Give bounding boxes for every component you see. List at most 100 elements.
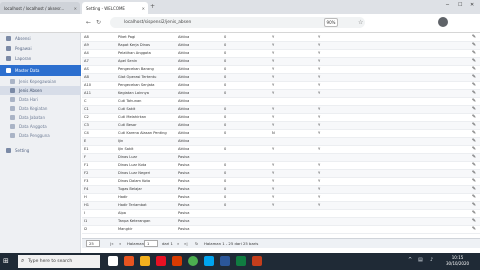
new-tab-button[interactable]: +: [150, 3, 155, 10]
back-icon[interactable]: ←: [86, 19, 91, 26]
table-row[interactable]: F1 Dinas Luar Kota Pasiva 0 Y Y ✎: [82, 161, 480, 170]
table-row[interactable]: AB Giat Operasi Tertentu Aktiva 0 Y Y ✎: [82, 73, 480, 82]
edit-icon[interactable]: ✎: [468, 97, 480, 106]
edit-icon[interactable]: ✎: [468, 129, 480, 138]
table-row[interactable]: C2 Cuti Melahirkan Aktiva 0 Y Y ✎: [82, 113, 480, 122]
windows-start-icon[interactable]: ⊞: [3, 257, 9, 265]
edit-icon[interactable]: ✎: [468, 57, 480, 66]
system-clock[interactable]: 10:15 30/10/2020: [446, 255, 469, 267]
edit-icon[interactable]: ✎: [468, 49, 480, 58]
edit-icon[interactable]: ✎: [468, 225, 480, 234]
sidebar-item-data-anggota[interactable]: Data Anggota: [0, 122, 81, 131]
edit-icon[interactable]: ✎: [468, 217, 480, 226]
star-icon[interactable]: ☆: [358, 19, 363, 26]
close-icon[interactable]: ✕: [142, 6, 145, 11]
sidebar-item-master-data[interactable]: Master Data: [0, 65, 81, 76]
edit-icon[interactable]: ✎: [468, 41, 480, 50]
table-row[interactable]: C1 Cuti Sakit Aktiva 0 Y Y ✎: [82, 105, 480, 114]
avatar[interactable]: [438, 17, 448, 27]
sidebar-item-data-jabatan[interactable]: Data Jabatan: [0, 113, 81, 122]
table-row[interactable]: F2 Dinas Luar Negeri Pasiva 0 Y Y ✎: [82, 169, 480, 178]
edit-icon[interactable]: ✎: [468, 185, 480, 194]
powerpoint-icon[interactable]: [252, 256, 262, 266]
edit-icon[interactable]: ✎: [468, 105, 480, 114]
table-row[interactable]: C3 Cuti Besar Aktiva 0 Y Y ✎: [82, 121, 480, 130]
table-row[interactable]: F4 Tugas Belajar Pasiva 0 Y Y ✎: [82, 185, 480, 194]
table-row[interactable]: E1 Ijin Sakit Aktiva 0 Y Y ✎: [82, 145, 480, 154]
prev-page-button[interactable]: «: [119, 241, 121, 246]
edit-icon[interactable]: ✎: [468, 161, 480, 170]
network-icon[interactable]: ▤: [418, 257, 423, 263]
table-row[interactable]: C4 Cuti Karena Alasan Penting Aktiva 0 N Y ✎: [82, 129, 480, 138]
browser-tab-phpmyadmin[interactable]: localhost / localhost / aksesr... ✕: [0, 2, 80, 14]
app-icon[interactable]: [124, 256, 134, 266]
sidebar-item-setting[interactable]: Setting: [0, 145, 81, 155]
close-window-icon[interactable]: ✕: [470, 2, 474, 8]
table-row[interactable]: A8 Piket Pagi Aktiva 0 Y Y ✎: [82, 33, 480, 42]
sidebar-item-jenis-kepegawaian[interactable]: Jenis Kepegawaian: [0, 77, 81, 86]
app-icon[interactable]: [156, 256, 166, 266]
cell-status: Aktiva: [176, 41, 222, 50]
last-page-button[interactable]: »|: [184, 241, 188, 246]
app-icon[interactable]: [172, 256, 182, 266]
table-row[interactable]: A9 Rapat Kerja Dinas Aktiva 0 Y Y ✎: [82, 41, 480, 50]
table-row[interactable]: F3 Dinas Dalam Kota Pasiva 0 Y Y ✎: [82, 177, 480, 186]
edit-icon[interactable]: ✎: [468, 169, 480, 178]
refresh-icon[interactable]: ↻: [195, 241, 198, 246]
word-icon[interactable]: [220, 256, 230, 266]
edit-icon[interactable]: ✎: [468, 65, 480, 74]
app-icon[interactable]: [204, 256, 214, 266]
edit-icon[interactable]: ✎: [468, 201, 480, 210]
table-row[interactable]: H Hadir Pasiva 0 Y Y ✎: [82, 193, 480, 202]
volume-icon[interactable]: ♪: [430, 257, 433, 263]
edit-icon[interactable]: ✎: [468, 153, 480, 162]
edit-icon[interactable]: ✎: [468, 145, 480, 154]
table-row[interactable]: I1 Tanpa Keterangan Pasiva ✎: [82, 217, 480, 226]
edit-icon[interactable]: ✎: [468, 209, 480, 218]
sidebar-item-data-kegiatan[interactable]: Data Kegiatan: [0, 104, 81, 113]
edit-icon[interactable]: ✎: [468, 113, 480, 122]
edit-icon[interactable]: ✎: [468, 121, 480, 130]
first-page-button[interactable]: |«: [110, 241, 114, 246]
table-row[interactable]: A10 Pengecekan Senjata Aktiva 0 Y Y ✎: [82, 81, 480, 90]
browser-tab-setting[interactable]: Setting - WELCOME ✕: [82, 2, 148, 14]
table-row[interactable]: A7 Apel Senin Aktiva 0 Y Y ✎: [82, 57, 480, 66]
edit-icon[interactable]: ✎: [468, 89, 480, 98]
next-page-button[interactable]: »: [177, 241, 179, 246]
chrome-icon[interactable]: [188, 256, 198, 266]
sidebar-item-jenis-absen[interactable]: Jenis Absen: [0, 86, 81, 95]
table-row[interactable]: F Dinas Luar Pasiva ✎: [82, 153, 480, 162]
table-row[interactable]: A11 Kegiatan Lainnya Aktiva 0 Y Y ✎: [82, 89, 480, 98]
sidebar-item-laporan[interactable]: Laporan: [0, 53, 81, 63]
table-row[interactable]: A4 Pelatihan Anggota Aktiva 0 Y Y ✎: [82, 49, 480, 58]
table-row[interactable]: I Alpa Pasiva ✎: [82, 209, 480, 218]
table-row[interactable]: I2 Mangkir Pasiva ✎: [82, 225, 480, 234]
zoom-badge[interactable]: 90%: [324, 18, 338, 27]
sidebar-item-data-pengguna[interactable]: Data Pengguna: [0, 131, 81, 140]
sidebar-item-absensi[interactable]: Absensi: [0, 33, 81, 43]
edit-icon[interactable]: ✎: [468, 33, 480, 42]
table-row[interactable]: H1 Hadir Terlambat Pasiva 0 Y Y ✎: [82, 201, 480, 210]
edit-icon[interactable]: ✎: [468, 193, 480, 202]
cell-name: Mangkir: [116, 225, 176, 234]
page-number-input[interactable]: 1: [144, 240, 158, 247]
sidebar-item-data-hari[interactable]: Data Hari: [0, 95, 81, 104]
table-row[interactable]: E Ijin Aktiva ✎: [82, 137, 480, 146]
reload-icon[interactable]: ↻: [96, 19, 101, 26]
excel-icon[interactable]: [236, 256, 246, 266]
table-row[interactable]: C Cuti Tahunan Aktiva ✎: [82, 97, 480, 106]
file-explorer-icon[interactable]: [140, 256, 150, 266]
edit-icon[interactable]: ✎: [468, 177, 480, 186]
chevron-up-icon[interactable]: ^: [408, 257, 412, 263]
minimize-icon[interactable]: ─: [446, 2, 449, 8]
close-icon[interactable]: ✕: [74, 6, 77, 11]
edit-icon[interactable]: ✎: [468, 81, 480, 90]
page-size-select[interactable]: 25: [86, 240, 100, 247]
table-row[interactable]: AS Pengecekan Barang Aktiva 0 Y Y ✎: [82, 65, 480, 74]
sidebar-item-pegawai[interactable]: Pegawai: [0, 43, 81, 53]
maximize-icon[interactable]: ☐: [458, 2, 462, 8]
edit-icon[interactable]: ✎: [468, 73, 480, 82]
edit-icon[interactable]: ✎: [468, 137, 480, 146]
task-view-icon[interactable]: [108, 256, 118, 266]
taskbar-search-input[interactable]: ⌕ Type here to search: [18, 255, 100, 268]
